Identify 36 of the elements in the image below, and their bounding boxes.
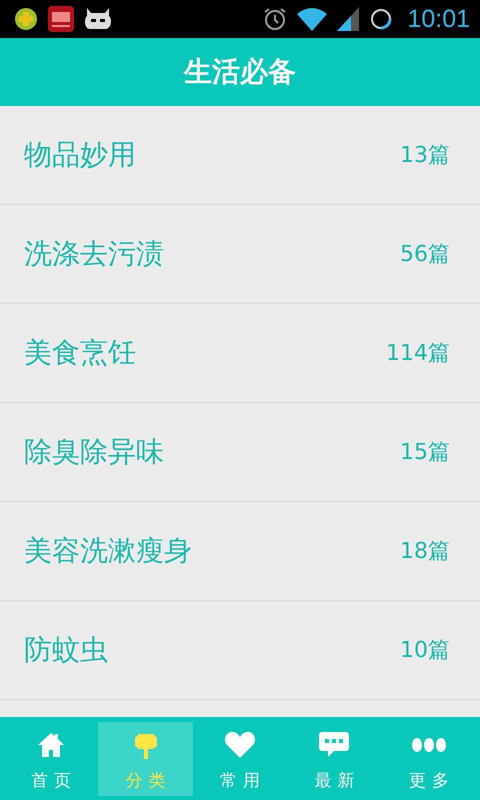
tab[interactable]: 更多	[382, 722, 476, 796]
signal-icon	[337, 7, 360, 31]
article-count: 18篇	[400, 538, 450, 566]
category-row[interactable]: 美食烹饪 114篇	[0, 304, 480, 403]
robot-face-icon	[84, 8, 112, 30]
category-row[interactable]: 美容洗漱瘦身 18篇	[0, 502, 480, 601]
category-row[interactable]: 除臭除异味 15篇	[0, 403, 480, 502]
house-icon	[36, 730, 66, 760]
article-count: 13篇	[400, 142, 450, 170]
category-row[interactable]: 洗涤去污渍 56篇	[0, 205, 480, 304]
more-dots-icon	[410, 738, 447, 752]
tab[interactable]: 分类	[98, 722, 193, 796]
category-name: 美食烹饪	[24, 335, 136, 371]
article-count: 15篇	[400, 439, 450, 467]
article-count: 56篇	[400, 241, 450, 269]
tab[interactable]: 首页	[4, 722, 98, 796]
page-title: 生活必备	[184, 54, 296, 90]
tab[interactable]: 最新	[287, 722, 382, 796]
alarm-clock-icon	[263, 7, 288, 31]
category-name: 除臭除异味	[24, 434, 164, 470]
category-name: 物品妙用	[24, 137, 136, 173]
category-row[interactable]: 物品妙用 13篇	[0, 106, 480, 205]
plus-app-icon	[14, 7, 38, 31]
article-count: 114篇	[386, 340, 450, 368]
news-app-icon	[48, 6, 74, 32]
chat-bubble-icon	[318, 730, 350, 760]
category-row[interactable]: 防蚊虫 10篇	[0, 601, 480, 700]
article-count: 10篇	[400, 637, 450, 665]
category-name: 美容洗漱瘦身	[24, 533, 192, 569]
tab[interactable]: 常用	[192, 722, 288, 796]
clock-time: 10:01	[407, 4, 470, 34]
wifi-icon	[297, 7, 328, 31]
category-name: 防蚊虫	[24, 632, 108, 668]
sync-icon	[369, 7, 394, 31]
category-name: 洗涤去污渍	[24, 236, 164, 272]
heart-icon	[224, 730, 256, 760]
